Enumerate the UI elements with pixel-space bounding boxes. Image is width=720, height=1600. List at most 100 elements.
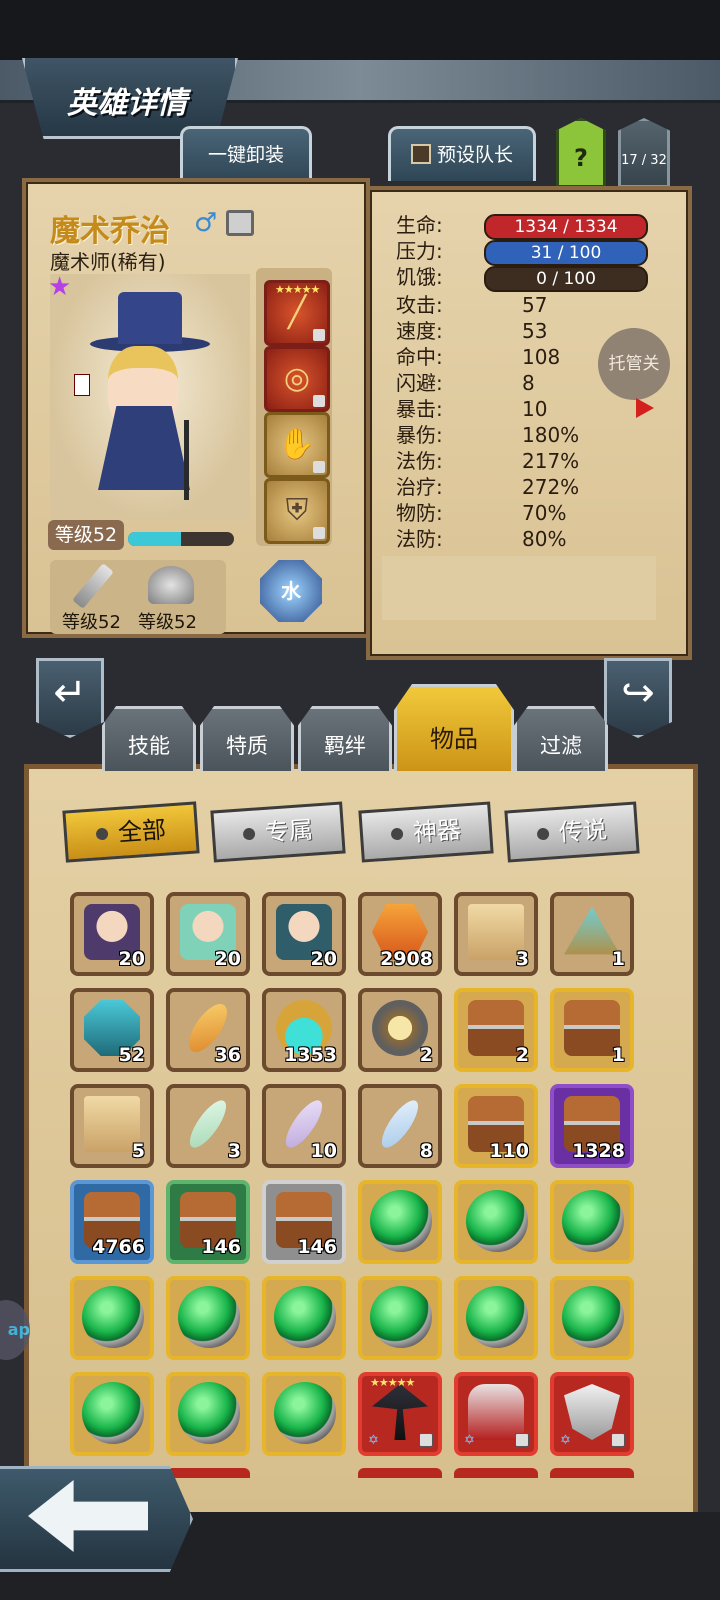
item-count: 3 [515, 948, 529, 970]
preset-captain-toggle[interactable]: 预设队长 [388, 126, 536, 181]
emerald-icon [466, 1286, 528, 1348]
item-count: 20 [118, 948, 145, 970]
stat-label: 饥饿: [396, 265, 443, 289]
lock-icon [611, 1433, 625, 1447]
inventory-slot[interactable] [70, 1372, 154, 1456]
emerald-icon [178, 1382, 240, 1444]
checkbox-icon[interactable] [410, 144, 431, 164]
page-title: 英雄详情 [67, 86, 187, 121]
emerald-icon [370, 1190, 432, 1252]
inventory-slot[interactable]: 3 [166, 1084, 250, 1168]
stat-label: 物防: [396, 501, 443, 525]
filter-legendary[interactable]: 传说 [504, 801, 640, 863]
filter-label: 全部 [117, 815, 167, 847]
filter-exclusive[interactable]: 专属 [210, 801, 346, 863]
stat-label: 暴伤: [396, 423, 443, 447]
inventory-slot[interactable]: 20 [70, 892, 154, 976]
inventory-slot[interactable]: ★★★★★ ✡ [358, 1372, 442, 1456]
previous-hero-button[interactable]: ↵ [36, 658, 104, 738]
inventory-slot-partial [550, 1468, 634, 1478]
edit-icon[interactable] [226, 210, 254, 236]
inventory-slot[interactable]: 4766 [70, 1180, 154, 1264]
gear-slot-ring[interactable]: ◎ [264, 346, 330, 412]
gear-slot-shield[interactable]: ⛨ [264, 478, 330, 544]
stat-label: 暴击: [396, 397, 443, 421]
lock-icon [313, 461, 325, 473]
armor-level: 等级52 [138, 612, 197, 633]
filter-all[interactable]: 全部 [62, 801, 200, 863]
inventory-slot[interactable]: 110 [454, 1084, 538, 1168]
emerald-icon [178, 1286, 240, 1348]
stress-bar: 31 / 100 [484, 240, 648, 266]
inventory-slot[interactable]: 1 [550, 892, 634, 976]
radio-dot-icon [242, 827, 256, 841]
inventory-slot[interactable] [262, 1276, 346, 1360]
inventory-slot[interactable] [70, 1276, 154, 1360]
inventory-slot[interactable] [358, 1180, 442, 1264]
inventory-slot[interactable] [454, 1276, 538, 1360]
inventory-slot[interactable]: 5 [70, 1084, 154, 1168]
auto-manage-toggle[interactable]: 托管关 [598, 328, 670, 400]
unequip-all-button[interactable]: 一键卸装 [180, 126, 312, 181]
inventory-slot[interactable]: 2 [454, 988, 538, 1072]
level-progress-bar [128, 532, 234, 546]
gear-slot-gloves[interactable]: ✋ [264, 412, 330, 478]
tab-bonds[interactable]: 羁绊 [298, 706, 392, 771]
inventory-slot[interactable]: 20 [262, 892, 346, 976]
stat-value: 10 [522, 397, 548, 421]
expand-arrow-icon[interactable] [636, 398, 654, 418]
inventory-slot[interactable]: 3 [454, 892, 538, 976]
stat-label: 闪避: [396, 371, 443, 395]
inventory-slot[interactable]: 36 [166, 988, 250, 1072]
hero-class: 魔术师(稀有) [50, 250, 166, 274]
stat-label: 治疗: [396, 475, 443, 499]
inventory-slot[interactable]: 1353 [262, 988, 346, 1072]
inventory-slot[interactable] [550, 1180, 634, 1264]
emerald-icon [82, 1382, 144, 1444]
inventory-slot[interactable]: 146 [262, 1180, 346, 1264]
side-floating-bubble[interactable]: ap [0, 1300, 30, 1360]
item-count: 2 [515, 1044, 529, 1066]
tab-traits[interactable]: 特质 [200, 706, 294, 771]
help-button[interactable]: ? [556, 118, 606, 188]
inventory-slot[interactable]: 2908 [358, 892, 442, 976]
emerald-icon [274, 1286, 336, 1348]
inventory-slot[interactable] [454, 1180, 538, 1264]
inventory-slot[interactable]: 2 [358, 988, 442, 1072]
inventory-slot[interactable] [166, 1276, 250, 1360]
inventory-slot[interactable] [550, 1276, 634, 1360]
item-count: 146 [201, 1236, 241, 1258]
tab-items[interactable]: 物品 [394, 684, 514, 771]
lock-icon [313, 395, 325, 407]
emerald-icon [370, 1286, 432, 1348]
hexagram-icon: ✡ [464, 1433, 475, 1448]
tab-filter[interactable]: 过滤 [514, 706, 608, 771]
inventory-slot[interactable]: 1 [550, 988, 634, 1072]
item-count: 110 [489, 1140, 529, 1162]
inventory-slot[interactable] [166, 1372, 250, 1456]
stat-label: 命中: [396, 345, 443, 369]
inventory-slot[interactable] [358, 1276, 442, 1360]
emerald-icon [274, 1382, 336, 1444]
emerald-icon [562, 1286, 624, 1348]
shield-icon [564, 1384, 620, 1440]
tab-skills[interactable]: 技能 [102, 706, 196, 771]
inventory-slot[interactable]: 8 [358, 1084, 442, 1168]
inventory-slot[interactable]: 20 [166, 892, 250, 976]
lock-icon [419, 1433, 433, 1447]
item-count: 2 [419, 1044, 433, 1066]
stat-label: 压力: [396, 239, 443, 263]
inventory-slot[interactable]: ✡ [454, 1372, 538, 1456]
inventory-slot[interactable]: 146 [166, 1180, 250, 1264]
inventory-slot[interactable]: ✡ [550, 1372, 634, 1456]
item-count: 3 [227, 1140, 241, 1162]
filter-artifact[interactable]: 神器 [358, 801, 494, 863]
inventory-slot[interactable]: 10 [262, 1084, 346, 1168]
next-hero-button[interactable]: ↪ [604, 658, 672, 738]
inventory-slot[interactable] [262, 1372, 346, 1456]
helmet-icon[interactable] [148, 566, 194, 604]
gear-slot-wand[interactable]: ╱ ★★★★★ [264, 280, 330, 346]
hp-bar: 1334 / 1334 [484, 214, 648, 240]
inventory-slot[interactable]: 1328 [550, 1084, 634, 1168]
inventory-slot[interactable]: 52 [70, 988, 154, 1072]
